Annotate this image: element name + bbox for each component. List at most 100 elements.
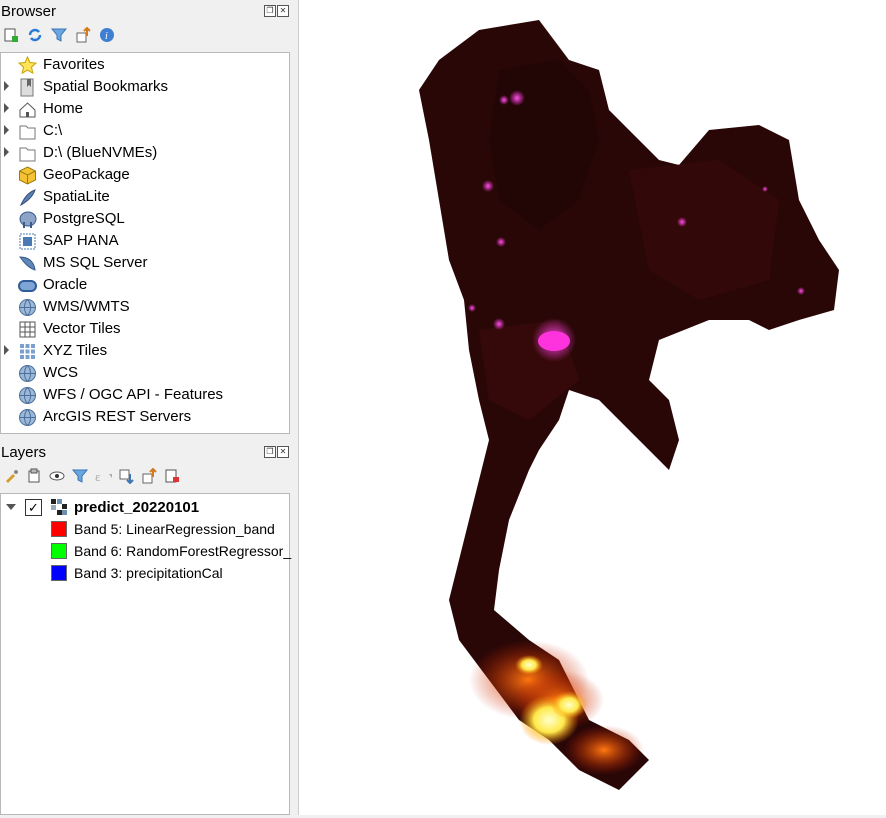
- folder-icon: [18, 144, 37, 163]
- collapse-icon: [142, 468, 157, 484]
- legend-item: Band 3: precipitationCal: [1, 562, 289, 584]
- browser-item-label: D:\ (BlueNVMEs): [43, 144, 158, 161]
- filter-legend-button[interactable]: [71, 467, 89, 485]
- expand-all-button[interactable]: [117, 467, 135, 485]
- browser-item[interactable]: ArcGIS REST Servers: [1, 406, 289, 428]
- layers-panel: Layers ❐ ✕ ε ✓ predict_20220101 Band 5: …: [0, 441, 292, 815]
- browser-item-label: WCS: [43, 364, 78, 381]
- add-layer-icon: [4, 28, 18, 42]
- close-panel-icon[interactable]: ✕: [277, 446, 289, 458]
- float-panel-icon[interactable]: ❐: [264, 5, 276, 17]
- star-icon: [17, 55, 38, 75]
- add-selected-layers-button[interactable]: [2, 26, 20, 44]
- expand-arrow-icon[interactable]: [4, 345, 9, 355]
- browser-item-label: Spatial Bookmarks: [43, 78, 169, 95]
- expand-icon: [119, 469, 134, 484]
- browser-item[interactable]: D:\ (BlueNVMEs): [1, 142, 289, 164]
- browser-item[interactable]: WMS/WMTS: [1, 296, 289, 318]
- elephant-icon: [18, 210, 37, 229]
- browser-item-label: PostgreSQL: [43, 210, 125, 227]
- band-label: Band 3: precipitationCal: [74, 565, 223, 581]
- browser-item-label: GeoPackage: [43, 166, 130, 183]
- collapse-all-layers-button[interactable]: [140, 467, 158, 485]
- raster-map: [419, 20, 839, 790]
- browser-item[interactable]: Spatial Bookmarks: [1, 76, 289, 98]
- browser-item-label: Home: [43, 100, 84, 117]
- legend-item: Band 5: LinearRegression_band: [1, 518, 289, 540]
- collapse-icon: [76, 27, 91, 43]
- filter-expression-button[interactable]: ε: [94, 467, 112, 485]
- filter-browser-button[interactable]: [50, 26, 68, 44]
- hana-icon: [18, 232, 37, 251]
- svg-text:i: i: [105, 31, 108, 42]
- band-color-swatch: [51, 543, 67, 559]
- browser-item-label: SAP HANA: [43, 232, 119, 249]
- browser-item[interactable]: PostgreSQL: [1, 208, 289, 230]
- browser-item[interactable]: SpatiaLite: [1, 186, 289, 208]
- grid-icon: [18, 320, 37, 339]
- layer-visibility-checkbox[interactable]: ✓: [25, 499, 42, 516]
- browser-item[interactable]: GeoPackage: [1, 164, 289, 186]
- expand-arrow-icon[interactable]: [4, 125, 9, 135]
- browser-item[interactable]: WFS / OGC API - Features: [1, 384, 289, 406]
- layers-title: Layers: [1, 444, 47, 461]
- browser-item-label: ArcGIS REST Servers: [43, 408, 192, 425]
- browser-item-label: Favorites: [43, 56, 105, 73]
- collapse-all-button[interactable]: [74, 26, 92, 44]
- browser-item[interactable]: XYZ Tiles: [1, 340, 289, 362]
- browser-item-label: C:\: [43, 122, 63, 139]
- expand-arrow-icon[interactable]: [4, 103, 9, 113]
- add-group-icon: [28, 468, 40, 483]
- browser-item[interactable]: SAP HANA: [1, 230, 289, 252]
- remove-layer-button[interactable]: [163, 467, 181, 485]
- refresh-button[interactable]: [26, 26, 44, 44]
- folder-icon: [18, 122, 37, 141]
- bookmark-icon: [18, 78, 37, 97]
- browser-item-label: WFS / OGC API - Features: [43, 386, 224, 403]
- map-canvas[interactable]: [298, 0, 886, 815]
- svg-text:ε: ε: [95, 469, 101, 484]
- band-color-swatch: [51, 521, 67, 537]
- band-label: Band 5: LinearRegression_band: [74, 521, 275, 537]
- tiles-icon: [18, 342, 37, 361]
- browser-item[interactable]: WCS: [1, 362, 289, 384]
- browser-panel: Browser ❐ ✕ i Favorites Spatial Bookmarks…: [0, 0, 292, 436]
- band-color-swatch: [51, 565, 67, 581]
- style-manager-button[interactable]: [2, 467, 20, 485]
- layer-row[interactable]: ✓ predict_20220101: [1, 496, 289, 518]
- browser-item-label: MS SQL Server: [43, 254, 148, 271]
- close-panel-icon[interactable]: ✕: [277, 5, 289, 17]
- browser-item[interactable]: Vector Tiles: [1, 318, 289, 340]
- browser-item-label: WMS/WMTS: [43, 298, 130, 315]
- layer-name: predict_20220101: [74, 499, 200, 516]
- remove-layer-icon: [165, 469, 179, 483]
- home-icon: [18, 100, 37, 119]
- legend-item: Band 6: RandomForestRegressor_: [1, 540, 291, 562]
- browser-item[interactable]: MS SQL Server: [1, 252, 289, 274]
- expand-arrow-icon[interactable]: [4, 81, 9, 91]
- browser-item[interactable]: C:\: [1, 120, 289, 142]
- browser-item-label: XYZ Tiles: [43, 342, 108, 359]
- oracle-icon: [18, 276, 37, 295]
- feather-icon: [18, 188, 37, 207]
- paintbrush-icon: [6, 470, 18, 483]
- browser-item[interactable]: Favorites: [1, 54, 289, 76]
- browser-item-label: Vector Tiles: [43, 320, 121, 337]
- expand-arrow-icon[interactable]: [4, 147, 9, 157]
- browser-item[interactable]: Oracle: [1, 274, 289, 296]
- geopackage-icon: [18, 166, 37, 185]
- globe-icon: [18, 408, 37, 427]
- refresh-icon: [28, 28, 42, 42]
- float-panel-icon[interactable]: ❐: [264, 446, 276, 458]
- add-group-button[interactable]: [25, 467, 43, 485]
- globe-icon: [18, 298, 37, 317]
- browser-item-label: SpatiaLite: [43, 188, 110, 205]
- browser-tree: Favorites Spatial Bookmarks Home C:\ D:\ (Bl…: [0, 52, 290, 434]
- info-icon: i: [100, 28, 114, 42]
- expand-chevron-icon[interactable]: [6, 504, 16, 510]
- filter-icon: [72, 469, 88, 483]
- manage-visibility-button[interactable]: [48, 467, 66, 485]
- browser-item[interactable]: Home: [1, 98, 289, 120]
- enable-properties-button[interactable]: i: [98, 26, 116, 44]
- expression-icon: ε: [95, 469, 112, 484]
